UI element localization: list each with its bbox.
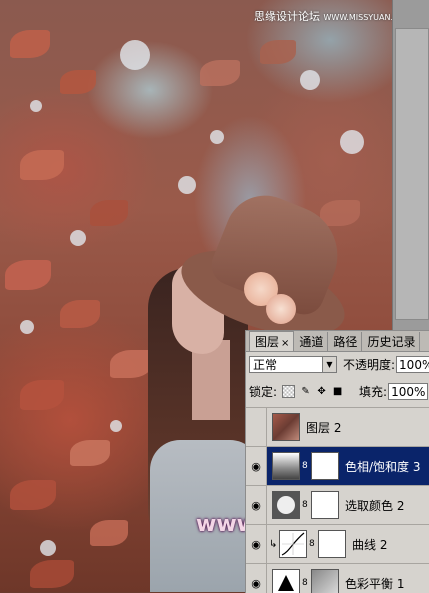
tab-history[interactable]: 历史记录 <box>362 332 421 351</box>
leaf <box>60 300 100 328</box>
layer-row[interactable]: ◉ 8 色相/饱和度 3 <box>246 446 429 485</box>
eye-icon: ◉ <box>251 459 261 473</box>
selective-color-thumbnail <box>272 491 300 519</box>
brush-lock-icon[interactable]: ✎ <box>300 386 311 397</box>
layer-thumbnail <box>272 413 300 441</box>
opacity-label: 不透明度: <box>343 357 396 372</box>
leaf <box>110 350 152 378</box>
hue-saturation-thumbnail <box>272 452 300 480</box>
layer-row[interactable]: ◉ ↳ 8 曲线 2 <box>246 524 429 563</box>
leaf <box>200 60 240 86</box>
visibility-toggle[interactable]: ◉ <box>246 447 267 485</box>
color-balance-thumbnail <box>272 569 300 593</box>
bokeh-light <box>178 176 196 194</box>
layer-list: 👁 图层 2 ◉ 8 色相/饱和度 3 ◉ 8 选取颜色 2 ◉ ↳ 8 曲 <box>246 407 429 593</box>
leaf <box>20 380 64 410</box>
layer-mask-thumbnail <box>318 530 346 558</box>
bokeh-light <box>40 540 56 556</box>
bokeh-light <box>20 320 34 334</box>
layer-mask-thumbnail <box>311 452 339 480</box>
bokeh-light <box>30 100 42 112</box>
layer-mask-thumbnail <box>311 491 339 519</box>
leaf <box>60 70 96 94</box>
layer-mask-thumbnail <box>311 569 339 593</box>
leaf <box>20 150 64 180</box>
layer-row[interactable]: ◉ 8 选取颜色 2 <box>246 485 429 524</box>
layer-name: 图层 2 <box>306 420 342 435</box>
layer-name: 曲线 2 <box>352 537 388 552</box>
layer-row[interactable]: ◉ 8 色彩平衡 1 <box>246 563 429 593</box>
bokeh-light <box>300 70 320 90</box>
fill-field[interactable]: 100% <box>388 382 429 400</box>
link-icon: 8 <box>302 461 308 471</box>
lock-label: 锁定: <box>249 384 278 399</box>
layers-panel: 图层× 通道 路径 历史记录 正常 ▼ 不透明度: 100% 锁定: ✎ ✥ ■… <box>245 330 429 593</box>
visibility-toggle[interactable]: ◉ <box>246 564 267 593</box>
layer-name: 色彩平衡 1 <box>345 576 405 591</box>
leaf <box>90 200 128 226</box>
leaf <box>320 200 360 226</box>
watermark-top: 思缘设计论坛 WWW.MISSYUAN.COM <box>254 8 392 24</box>
leaf <box>5 260 51 290</box>
leaf <box>10 480 56 510</box>
leaf <box>260 40 296 64</box>
tab-paths[interactable]: 路径 <box>328 332 363 351</box>
panel-tabs: 图层 × 通道 路径 历史记录 <box>246 331 429 352</box>
hat-flower <box>266 294 296 324</box>
bokeh-light <box>340 130 364 154</box>
tab-layers[interactable]: 图层 × <box>249 331 295 351</box>
blend-row: 正常 ▼ 不透明度: 100% <box>249 354 429 374</box>
eye-icon: ◉ <box>251 576 261 590</box>
opacity-field[interactable]: 100% <box>396 355 429 373</box>
bokeh-light <box>120 40 150 70</box>
leaf <box>30 560 74 588</box>
chevron-down-icon[interactable]: ▼ <box>322 356 336 372</box>
scrollbar-thumb[interactable] <box>395 28 429 320</box>
curves-thumbnail <box>279 530 307 558</box>
bokeh-light <box>70 230 86 246</box>
padlock-icon[interactable]: ■ <box>332 386 343 397</box>
link-icon: 8 <box>302 578 308 588</box>
bokeh-light <box>110 420 122 432</box>
visibility-toggle[interactable]: ◉ <box>246 486 267 524</box>
visibility-toggle[interactable]: ◉ <box>246 525 267 563</box>
blend-mode-select[interactable]: 正常 ▼ <box>249 355 337 373</box>
leaf <box>70 440 110 466</box>
layer-name: 色相/饱和度 3 <box>345 459 421 474</box>
layer-name: 选取颜色 2 <box>345 498 405 513</box>
bokeh-light <box>210 130 224 144</box>
link-icon: 8 <box>302 500 308 510</box>
tab-channels[interactable]: 通道 <box>294 332 329 351</box>
eye-icon: ◉ <box>251 537 261 551</box>
visibility-toggle[interactable]: 👁 <box>246 408 267 446</box>
link-icon: 8 <box>309 539 315 549</box>
watermark-url: WWW.MISSYUAN.COM <box>323 13 393 22</box>
clip-arrow-icon: ↳ <box>269 538 278 550</box>
fill-label: 填充: <box>359 384 388 399</box>
blend-mode-value: 正常 <box>253 357 278 372</box>
leaf <box>10 30 50 58</box>
tab-label: 图层 <box>255 335 280 349</box>
eye-icon: ◉ <box>251 498 261 512</box>
checker-lock-icon[interactable] <box>282 384 296 398</box>
layer-row[interactable]: 👁 图层 2 <box>246 407 429 446</box>
close-icon[interactable]: × <box>281 338 289 349</box>
leaf <box>90 520 128 546</box>
move-lock-icon[interactable]: ✥ <box>316 386 327 397</box>
watermark-cn: 思缘设计论坛 <box>254 10 320 23</box>
lock-row: 锁定: ✎ ✥ ■ 填充: 100% <box>249 381 429 401</box>
